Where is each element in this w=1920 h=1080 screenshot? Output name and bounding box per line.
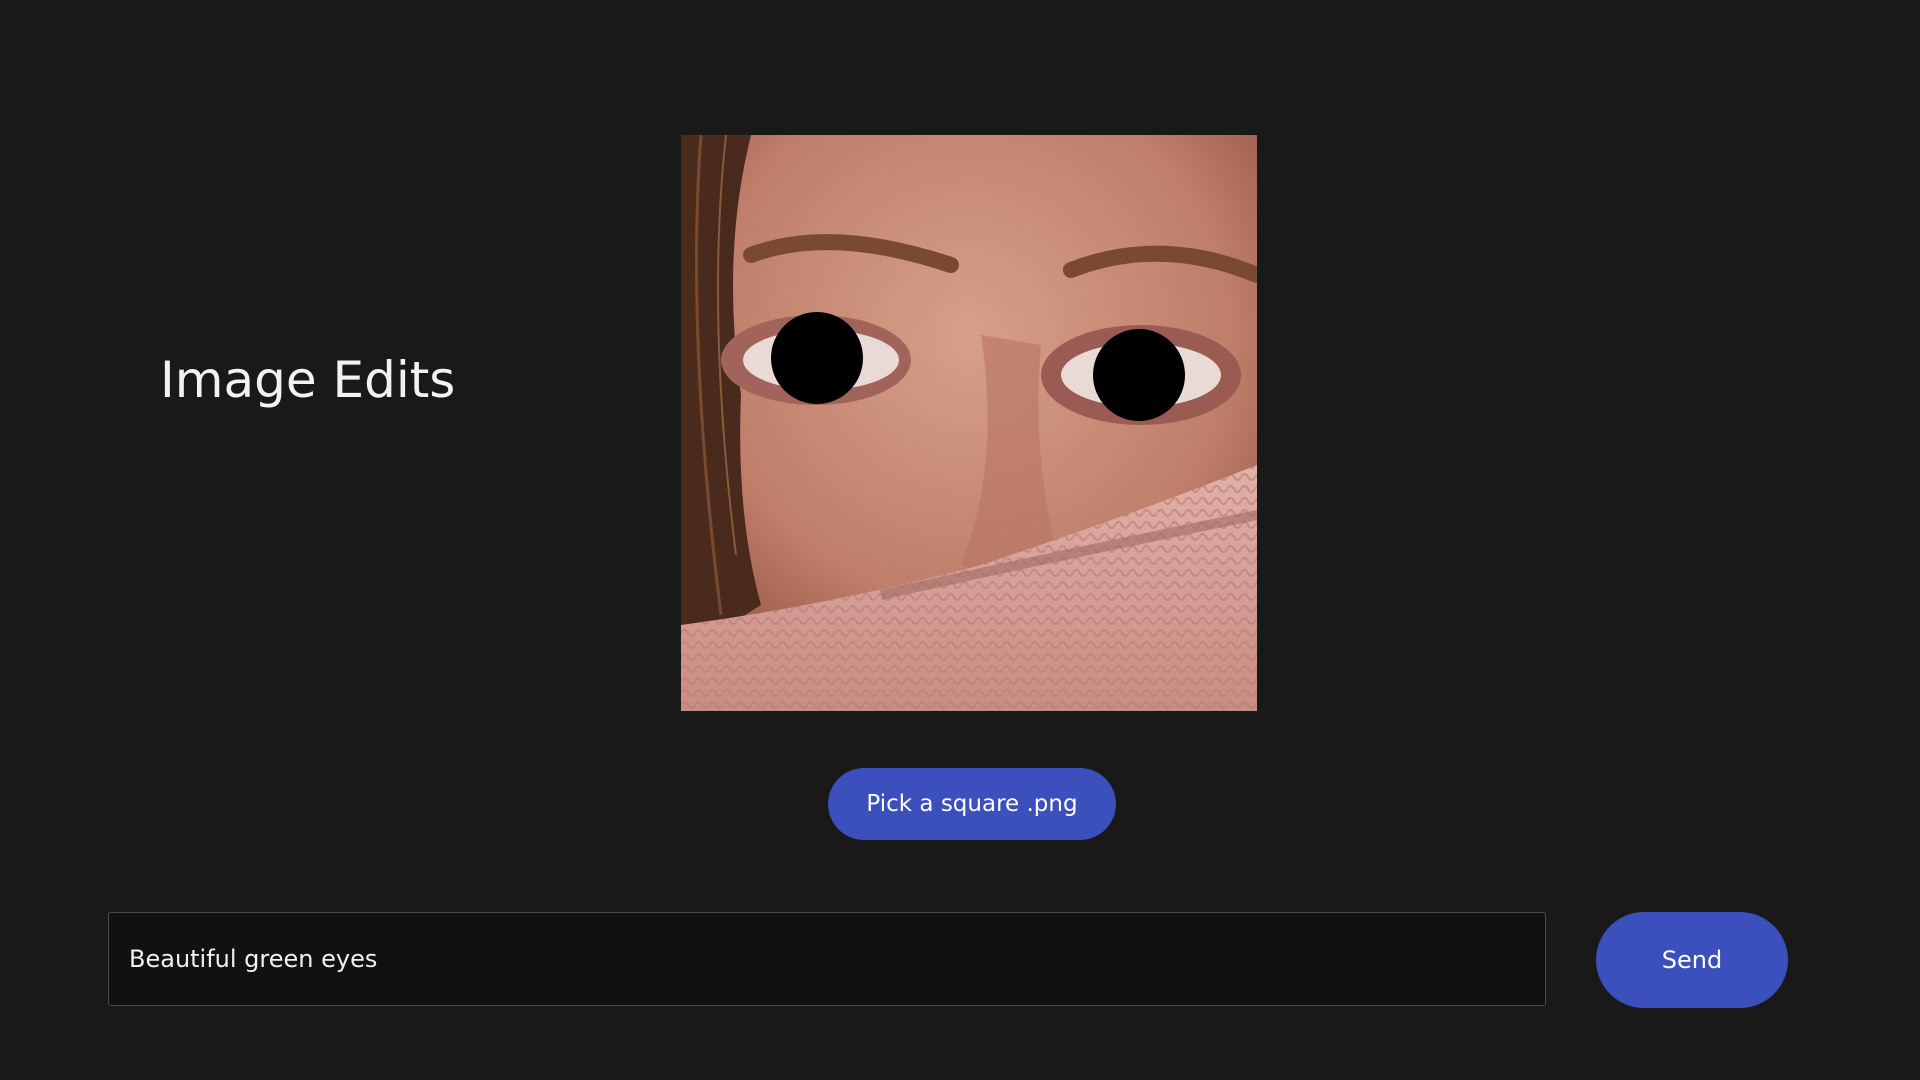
left-eye-mask: [771, 312, 863, 404]
app-root: Image Edits Pick a square .png Beautiful…: [0, 0, 1920, 1080]
page-title: Image Edits: [160, 351, 456, 409]
right-eye-mask: [1093, 329, 1185, 421]
pick-png-button[interactable]: Pick a square .png: [828, 768, 1116, 840]
masked-face-image: [681, 135, 1257, 711]
send-button[interactable]: Send: [1596, 912, 1788, 1008]
prompt-input[interactable]: [108, 912, 1546, 1006]
image-preview: [681, 135, 1257, 711]
